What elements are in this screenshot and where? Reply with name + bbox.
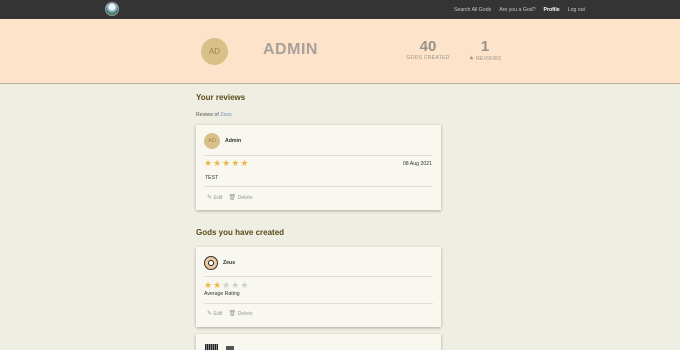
stat-reviews: 1 ★ REVIEWS	[467, 38, 503, 63]
divider	[204, 186, 433, 187]
star-icon: ★	[204, 280, 213, 290]
review-rating: ★ ★ ★ ★ ★	[204, 159, 248, 168]
god-delete-button[interactable]: 🗑 Delete	[228, 310, 253, 318]
reviews-label: REVIEWS	[476, 56, 502, 62]
star-icon: ★	[222, 158, 231, 168]
logo[interactable]	[105, 2, 119, 16]
review-text: TEST	[205, 175, 219, 181]
trash-icon: 🗑	[228, 195, 237, 201]
divider	[204, 276, 433, 277]
nav-log-out[interactable]: Log out	[568, 7, 585, 13]
gods-created-label: GODS CREATED	[406, 55, 450, 61]
profile-banner: AD ADMIN 40 GODS CREATED 1 ★ REVIEWS	[0, 19, 680, 84]
god-edit-label: Edit	[213, 310, 223, 317]
star-icon: ★	[213, 158, 222, 168]
reviews-count: 1	[480, 38, 490, 55]
star-icon: ★	[222, 280, 231, 290]
review-card: AD Admin ★ ★ ★ ★ ★ 08 Aug 2021 TEST ✎ Edit 🗑…	[196, 125, 441, 210]
review-author: AD Admin	[204, 133, 241, 149]
god-card[interactable]	[196, 334, 441, 350]
god-actions: ✎ Edit 🗑 Delete	[207, 310, 253, 318]
god-delete-label: Delete	[237, 310, 253, 317]
review-actions: ✎ Edit 🗑 Delete	[207, 194, 253, 202]
nav-search-all-gods[interactable]: Search All Gods	[454, 7, 491, 13]
review-of-prefix: Review of	[196, 112, 219, 118]
god-rating: ★ ★ ★ ★ ★	[204, 281, 248, 290]
god-name	[226, 346, 234, 350]
star-icon: ★	[240, 158, 249, 168]
star-icon: ★	[204, 158, 213, 168]
review-of-line: Review of Zeus	[196, 112, 232, 118]
god-avatar	[204, 256, 218, 270]
nav-links: Search All Gods Are you a God? Profile L…	[454, 0, 585, 19]
star-icon: ★	[231, 280, 240, 290]
star-icon: ★	[240, 280, 249, 290]
profile-username: ADMIN	[263, 41, 318, 58]
trash-icon: 🗑	[228, 311, 237, 317]
edit-icon: ✎	[207, 195, 213, 201]
review-date: 08 Aug 2021	[402, 161, 432, 167]
profile-avatar: AD	[201, 38, 228, 65]
nav-profile[interactable]: Profile	[544, 7, 560, 13]
god-rating-label: Average Rating	[204, 291, 240, 297]
god-edit-button[interactable]: ✎ Edit	[207, 310, 223, 318]
review-delete-button[interactable]: 🗑 Delete	[228, 194, 253, 202]
stat-gods-created: 40 GODS CREATED	[406, 38, 450, 62]
review-delete-label: Delete	[237, 194, 253, 201]
god-header: Zeus	[204, 256, 235, 270]
review-author-avatar: AD	[204, 133, 220, 149]
review-edit-label: Edit	[213, 194, 223, 201]
gods-created-count: 40	[419, 38, 437, 55]
divider	[204, 155, 433, 156]
star-icon: ★	[231, 158, 240, 168]
star-icon: ★	[213, 280, 222, 290]
nav-are-you-a-god[interactable]: Are you a God?	[499, 7, 535, 13]
god-name: Zeus	[223, 260, 236, 266]
review-of-link[interactable]: Zeus	[220, 112, 232, 118]
god-card[interactable]: Zeus ★ ★ ★ ★ ★ Average Rating ✎ Edit 🗑 Delet…	[196, 247, 441, 327]
review-author-name: Admin	[225, 138, 242, 144]
gods-section-title: Gods you have created	[196, 228, 285, 237]
reviews-section-title: Your reviews	[196, 93, 246, 102]
god-avatar	[205, 344, 218, 350]
divider	[204, 303, 433, 304]
star-icon: ★	[468, 56, 475, 62]
navbar: Search All Gods Are you a God? Profile L…	[0, 0, 680, 19]
edit-icon: ✎	[207, 311, 213, 317]
review-edit-button[interactable]: ✎ Edit	[207, 194, 223, 202]
